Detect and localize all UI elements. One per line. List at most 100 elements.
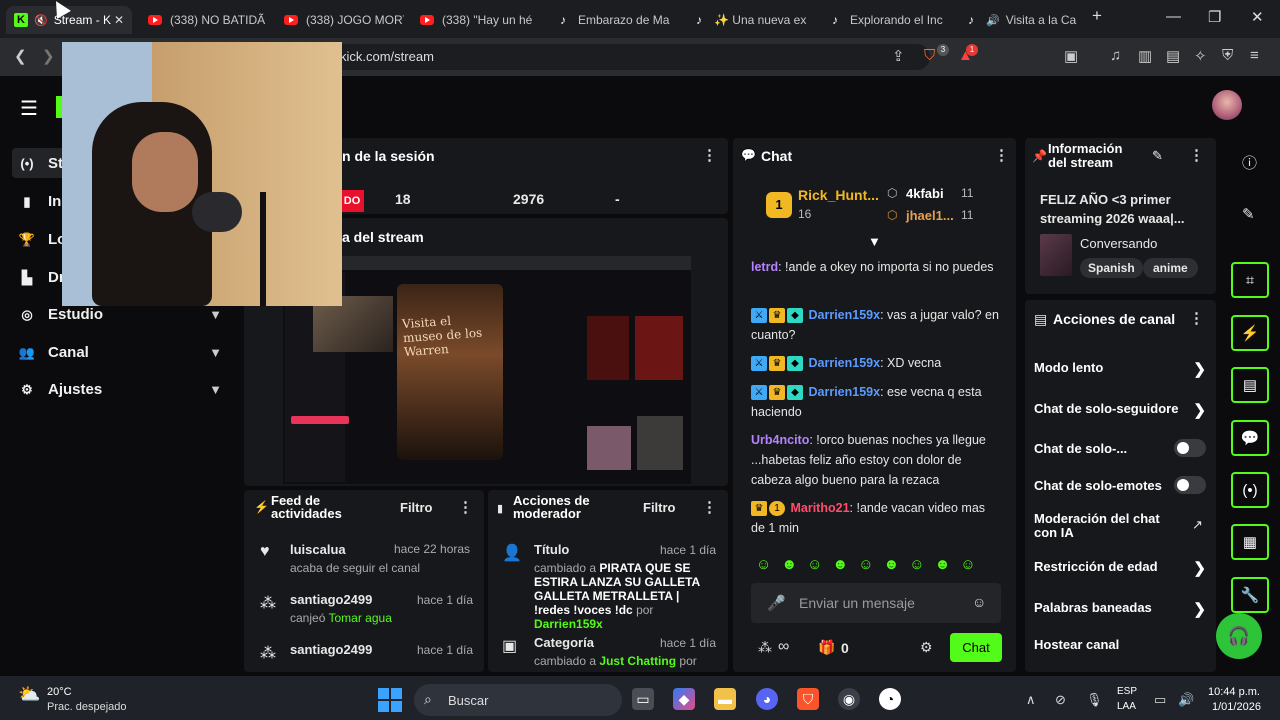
action-emotes-only[interactable]: Chat de solo-emotes xyxy=(1034,476,1206,494)
back-icon[interactable]: ❮ xyxy=(14,47,27,65)
windows-start-icon[interactable] xyxy=(378,688,402,712)
file-explorer-icon[interactable]: ▬ xyxy=(714,688,736,710)
steam-icon[interactable]: ◔ xyxy=(879,688,901,710)
muted-speaker-icon[interactable]: 🔇 xyxy=(34,14,48,27)
chat-username[interactable]: letrd xyxy=(751,260,778,274)
chat-username[interactable]: Darrien159x xyxy=(808,356,880,370)
vpn-icon[interactable]: ⛨ xyxy=(1222,47,1233,64)
share-icon[interactable]: ⇪ xyxy=(892,47,905,65)
chat-username[interactable]: Urb4ncito xyxy=(751,433,809,447)
keyboard-layout[interactable]: LAA xyxy=(1117,701,1136,712)
tab-youtube-1[interactable]: (338) NO BATIDÃ xyxy=(140,6,268,34)
language-code[interactable]: ESP xyxy=(1117,686,1137,697)
rail-button-clip[interactable]: ⌗ xyxy=(1231,262,1269,298)
sidebar-item-estudio[interactable]: ◎ Estudio ▼ xyxy=(18,306,228,323)
emoji-picker-icon[interactable]: ☺ xyxy=(972,594,986,610)
close-window-icon[interactable]: ✕ xyxy=(1251,8,1264,26)
hamburger-menu-icon[interactable]: ☰ xyxy=(20,96,38,121)
display-icon[interactable]: ▭ xyxy=(1154,692,1166,708)
tag-chip[interactable]: anime xyxy=(1143,258,1198,278)
tab-tiktok-2[interactable]: ♪ ✨ Una nueva ex xyxy=(684,6,812,34)
weather-icon[interactable]: ⛅ xyxy=(18,684,40,705)
feed-options-icon[interactable]: ⋮ xyxy=(458,498,473,516)
action-followers-only[interactable]: Chat de solo-seguidore ❯ xyxy=(1034,401,1206,419)
rail-button-broadcast[interactable]: (•) xyxy=(1231,472,1269,508)
more-options-icon[interactable]: ⋮ xyxy=(702,146,717,164)
gift-icon[interactable]: 🎁 xyxy=(818,639,835,656)
rail-button-layout[interactable]: ▦ xyxy=(1231,524,1269,560)
external-link-icon[interactable]: ↗ xyxy=(1192,517,1203,533)
m365-icon[interactable]: ◆ xyxy=(673,688,695,710)
rail-button-notes[interactable]: ▤ xyxy=(1231,367,1269,403)
action-age-restriction[interactable]: Restricción de edad ❯ xyxy=(1034,559,1206,577)
sidebar-item-ajustes[interactable]: ⚙ Ajustes ▼ xyxy=(18,381,228,398)
volume-icon[interactable]: 🔊 xyxy=(1178,692,1194,708)
temperature[interactable]: 20°C xyxy=(47,686,72,698)
feed-username[interactable]: santiago2499 xyxy=(290,642,372,657)
chat-username[interactable]: Darrien159x xyxy=(808,385,880,399)
action-subs-only[interactable]: Chat de solo-... xyxy=(1034,439,1206,457)
category-thumbnail[interactable] xyxy=(1040,234,1072,276)
tray-overflow-icon[interactable]: ∧ xyxy=(1026,692,1036,708)
tab-youtube-2[interactable]: (338) JOGO MORT xyxy=(276,6,404,34)
address-bar[interactable]: kick.com/stream xyxy=(330,44,930,70)
media-icon[interactable]: ♫ xyxy=(1110,47,1121,64)
third-gifter-name[interactable]: jhael1... xyxy=(906,208,954,223)
category-name[interactable]: Conversando xyxy=(1080,236,1157,251)
chat-options-icon[interactable]: ⋮ xyxy=(994,146,1009,164)
leo-ai-icon[interactable]: ✧ xyxy=(1194,47,1207,65)
mod-username[interactable]: Darrien159x xyxy=(534,617,603,631)
rail-button-chat[interactable]: 💬 xyxy=(1231,420,1269,456)
microphone-icon[interactable]: 🎤 xyxy=(767,594,786,612)
clock-time[interactable]: 10:44 p.m. xyxy=(1208,686,1260,698)
rail-button-quick-actions[interactable]: ⚡ xyxy=(1231,315,1269,351)
mod-options-icon[interactable]: ⋮ xyxy=(702,498,717,516)
minimize-icon[interactable]: — xyxy=(1166,8,1181,25)
close-tab-icon[interactable]: ✕ xyxy=(114,13,124,27)
tab-tiktok-1[interactable]: ♪ Embarazo de Ma xyxy=(548,6,676,34)
forward-icon[interactable]: ❯ xyxy=(42,47,55,65)
stream-preview-video[interactable]: Visita el museo de los Warren xyxy=(283,256,691,484)
collapse-leaderboard-icon[interactable]: ▼ xyxy=(868,234,881,249)
wallet-icon[interactable]: ▤ xyxy=(1166,47,1180,65)
action-ai-moderation[interactable]: Moderación del chat con IA xyxy=(1034,512,1184,540)
support-headset-button[interactable]: 🎧 xyxy=(1216,613,1262,659)
tag-chip[interactable]: Spanish xyxy=(1080,258,1143,278)
tab-tiktok-3[interactable]: ♪ Explorando el Inc xyxy=(820,6,948,34)
edit-info-icon[interactable]: ✎ xyxy=(1152,148,1163,164)
reader-icon[interactable]: ▣ xyxy=(1064,47,1078,65)
mod-filter-button[interactable]: Filtro xyxy=(643,500,676,515)
chat-settings-icon[interactable]: ⚙ xyxy=(920,639,933,656)
tab-tiktok-4[interactable]: ♪ 🔊 Visita a la Ca xyxy=(956,6,1084,34)
send-chat-button[interactable]: Chat xyxy=(950,633,1002,662)
new-tab-button[interactable]: + xyxy=(1092,6,1102,26)
info-circle-icon[interactable]: ⓘ xyxy=(1242,152,1257,173)
feed-username[interactable]: santiago2499 xyxy=(290,592,372,607)
task-view-icon[interactable]: ▭ xyxy=(632,688,654,710)
info-options-icon[interactable]: ⋮ xyxy=(1189,146,1204,164)
taskbar-search-box[interactable] xyxy=(414,684,622,716)
obs-icon[interactable]: ◉ xyxy=(838,688,860,710)
network-off-icon[interactable]: ⊘ xyxy=(1055,692,1066,708)
toggle-switch[interactable] xyxy=(1174,476,1206,494)
sidebar-toggle-icon[interactable]: ▥ xyxy=(1138,47,1152,65)
weather-text[interactable]: Prac. despejado xyxy=(47,701,127,713)
edit-pencil-icon[interactable]: ✎ xyxy=(1242,205,1255,223)
second-gifter-name[interactable]: 4kfabi xyxy=(906,186,944,201)
points-icon[interactable]: ⁂ xyxy=(758,639,772,656)
action-slow-mode[interactable]: Modo lento ❯ xyxy=(1034,360,1206,378)
rail-button-tools[interactable]: 🔧 xyxy=(1231,577,1269,613)
emote-bar[interactable]: ☺☻☺☻☺☻☺☻☺ xyxy=(756,556,996,576)
action-banned-words[interactable]: Palabras baneadas ❯ xyxy=(1034,600,1206,618)
maximize-icon[interactable]: ❐ xyxy=(1208,8,1221,26)
brave-icon[interactable]: ⛉ xyxy=(797,688,819,710)
sidebar-item-canal[interactable]: 👥 Canal ▼ xyxy=(18,344,228,361)
mic-tray-icon[interactable]: 🎙 xyxy=(1086,692,1103,708)
top-gifter-name[interactable]: Rick_Hunt... xyxy=(798,187,879,203)
action-host-channel[interactable]: Hostear canal xyxy=(1034,637,1206,652)
toggle-switch[interactable] xyxy=(1174,439,1206,457)
user-avatar[interactable] xyxy=(1212,90,1242,120)
actions-options-icon[interactable]: ⋮ xyxy=(1189,309,1204,327)
chat-username[interactable]: Maritho21 xyxy=(790,501,849,515)
feed-filter-button[interactable]: Filtro xyxy=(400,500,433,515)
